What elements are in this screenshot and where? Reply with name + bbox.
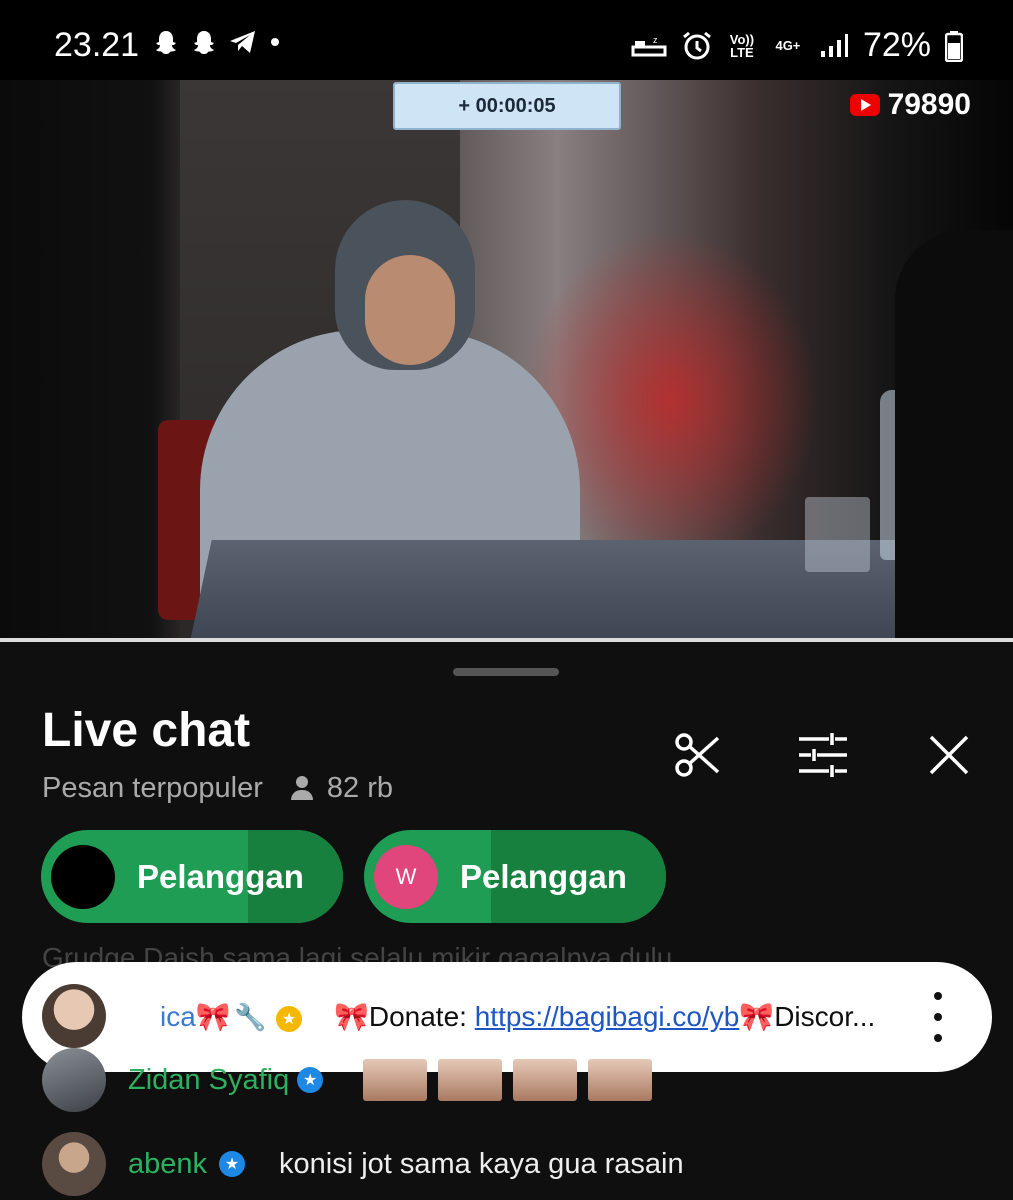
chip-label: Pelanggan xyxy=(137,857,304,895)
emoji-icon xyxy=(588,1059,653,1101)
avatar xyxy=(51,844,115,909)
star-badge-icon: ★ xyxy=(276,1006,302,1032)
chip-label: Pelanggan xyxy=(460,857,627,895)
pinned-author: ica🎀 xyxy=(160,1001,231,1032)
status-time: 23.21 xyxy=(54,26,140,64)
pinned-text: 🎀Donate: https://bagibagi.co/yb🎀Discor..… xyxy=(334,1000,924,1033)
video-player[interactable] xyxy=(0,80,1013,640)
network-indicator: 4G+ xyxy=(775,38,801,53)
chat-message: Zidan Syafiq ★ xyxy=(42,1048,653,1112)
verified-badge-icon: ★ xyxy=(297,1067,324,1093)
close-icon xyxy=(929,735,969,775)
status-bar: 23.21 z Vo)) LTE 4G+ 72% xyxy=(0,0,1013,80)
video-progress-bar[interactable] xyxy=(0,638,1013,642)
alarm-icon xyxy=(683,31,711,59)
message-text: konisi jot sama kaya gua rasain xyxy=(279,1147,684,1180)
viewer-count: 79890 xyxy=(887,88,971,121)
sleep-icon: z xyxy=(631,35,667,56)
chat-mode-label: Pesan terpopuler xyxy=(42,772,263,804)
notification-icons xyxy=(152,28,282,56)
chat-message: abenk ★ konisi jot sama kaya gua rasain xyxy=(42,1132,684,1196)
video-guest-face xyxy=(365,255,455,365)
emoji-icon xyxy=(513,1059,578,1101)
membership-chip-2[interactable]: W Pelanggan xyxy=(364,830,666,923)
snapchat-icon xyxy=(156,31,176,54)
video-glass xyxy=(805,497,870,572)
volte-indicator: Vo)) LTE xyxy=(729,31,755,60)
stream-timer: + 00:00:05 xyxy=(393,82,621,130)
verified-badge-icon: ★ xyxy=(219,1151,246,1177)
avatar xyxy=(42,1048,106,1112)
chat-mode-row[interactable]: Pesan terpopuler 82 rb xyxy=(42,772,393,805)
video-host xyxy=(895,230,1013,640)
clip-button[interactable] xyxy=(670,728,724,782)
chat-title: Live chat xyxy=(42,704,251,757)
author-name[interactable]: abenk xyxy=(128,1148,207,1181)
battery-icon xyxy=(945,30,963,62)
emoji-icon xyxy=(438,1059,503,1101)
avatar xyxy=(42,1132,106,1196)
pinned-suffix: 🎀Discor... xyxy=(739,1001,876,1032)
membership-chip-1[interactable]: Pelanggan xyxy=(41,830,343,923)
dot-icon xyxy=(271,38,279,46)
emoji-icon xyxy=(363,1059,428,1101)
author-name[interactable]: Zidan Syafiq xyxy=(128,1064,289,1097)
filter-button[interactable] xyxy=(796,728,850,782)
snapchat-icon xyxy=(194,31,214,54)
viewer-counter: 79890 xyxy=(849,88,971,122)
person-icon xyxy=(290,775,313,802)
battery-percent: 72% xyxy=(862,26,931,64)
avatar: W xyxy=(374,844,438,909)
emoji-group xyxy=(363,1059,653,1101)
scissors-icon xyxy=(675,733,720,777)
youtube-icon xyxy=(849,94,880,116)
drag-handle[interactable] xyxy=(453,668,559,676)
close-button[interactable] xyxy=(922,728,976,782)
more-options-icon[interactable] xyxy=(928,992,948,1042)
svg-text:z: z xyxy=(653,35,658,45)
tune-icon xyxy=(799,733,847,777)
donate-link[interactable]: https://bagibagi.co/yb xyxy=(475,1001,740,1032)
viewer-count-label: 82 rb xyxy=(326,772,393,804)
wrench-icon: 🔧 xyxy=(234,1002,267,1032)
telegram-icon xyxy=(230,31,255,53)
avatar xyxy=(42,984,106,1048)
signal-icon xyxy=(820,33,848,57)
pinned-prefix: 🎀Donate: xyxy=(334,1001,475,1032)
system-icons: z Vo)) LTE 4G+ 72% xyxy=(631,26,963,65)
